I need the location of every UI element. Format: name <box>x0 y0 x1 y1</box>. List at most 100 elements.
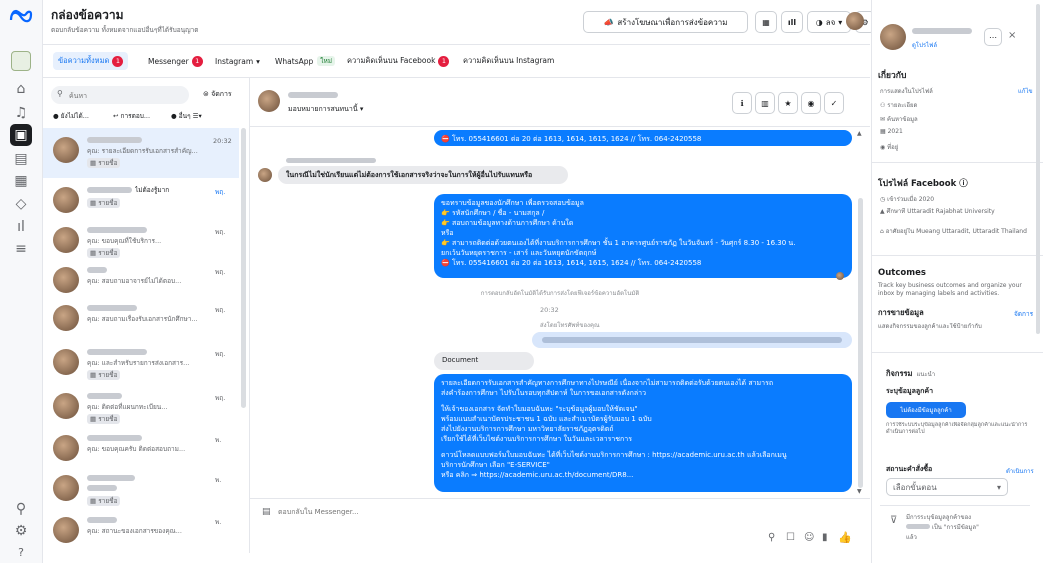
manage-filter-button[interactable]: ⊜ จัดการ <box>203 89 232 100</box>
filter-other[interactable]: ● อื่นๆ ☰▾ <box>171 111 202 121</box>
bell-icon[interactable]: ♫ <box>10 102 32 124</box>
chat-scrollbar[interactable] <box>858 198 863 488</box>
contact-name <box>87 349 147 355</box>
label-icon: ▦ <box>90 159 99 167</box>
menu-icon[interactable]: ≡ <box>10 238 32 260</box>
avatar <box>258 168 272 182</box>
star-button[interactable]: ★ <box>778 92 798 114</box>
list-item[interactable]: คุณ: รายละเอียดการรับเอกสารสำคัญ... ▦ รา… <box>43 128 239 178</box>
more-options-button[interactable]: ⋯ <box>984 28 1002 46</box>
chat-scroll-up-icon[interactable]: ▲ <box>857 130 862 137</box>
message-input[interactable] <box>276 504 680 520</box>
avatar <box>53 187 79 213</box>
pipeline-manage-link[interactable]: จัดการ <box>1014 309 1033 319</box>
contact-name <box>87 227 147 233</box>
message-preview: คุณ: สถานะของเอกสารของคุณ... <box>87 527 182 535</box>
mark-unread-button[interactable]: ◉ <box>801 92 821 114</box>
outgoing-message[interactable]: รายละเอียดการรับเอกสารสำคัญทางการศึกษาทา… <box>434 374 852 492</box>
info-button[interactable]: ℹ <box>732 92 752 114</box>
incoming-message[interactable]: ในกรณีไม่ใช่นักเรียนแต่ไม่ต้องการใช้เอกส… <box>278 166 568 184</box>
panel-scrollbar[interactable] <box>1036 4 1040 334</box>
grid-button[interactable]: ▦ <box>755 11 777 33</box>
pipeline-heading: การขายข้อมูล <box>878 308 924 317</box>
view-profile-link[interactable]: ดูโปรไฟล์ <box>912 40 937 50</box>
archive-icon: ▥ <box>761 98 769 108</box>
insights-icon[interactable]: ıl <box>10 216 32 238</box>
grid-icon: ▦ <box>762 17 770 27</box>
tab-all-messages[interactable]: ข้อความทั้งหมด 1 <box>53 52 129 70</box>
avatar[interactable] <box>258 90 280 112</box>
calendar-icon[interactable]: ▤ <box>10 148 32 170</box>
emoji-icon[interactable]: ☺ <box>804 532 814 543</box>
label-tag: ▦ รายชื่อ <box>87 248 121 258</box>
message-preview: คุณ: รายละเอียดการรับเอกสารสำคัญ... <box>87 147 198 155</box>
contact-name <box>87 517 117 523</box>
activity-action-button[interactable]: ไม่ต้องมีข้อมูลลูกค้า <box>886 402 966 418</box>
timestamp: พฤ. <box>215 394 226 402</box>
meta-logo-icon[interactable] <box>8 8 34 26</box>
stage-select[interactable]: เลือกขั้นตอน ▾ <box>886 478 1008 496</box>
language-dropdown[interactable]: ◑ ลจ ▾ <box>807 11 851 33</box>
tab-facebook-comments[interactable]: ความคิดเห็นบน Facebook 1 <box>347 53 450 69</box>
tab-instagram[interactable]: Instagram ▾ <box>215 53 260 69</box>
inbox-icon[interactable]: ▣ <box>10 124 32 146</box>
ads-icon[interactable]: ◇ <box>10 193 32 215</box>
divider <box>880 505 1030 506</box>
stats-button[interactable]: ıll <box>781 11 803 33</box>
composer: ▤ ⚲ ☐ ☺ ▮ 👍 <box>250 498 870 554</box>
order-status-link[interactable]: ดำเนินการ <box>1006 466 1034 476</box>
like-icon[interactable]: 👍 <box>838 531 852 544</box>
reply-icon: ↩ <box>113 112 121 120</box>
filter-reply[interactable]: ↩ การตอบ... <box>113 111 150 121</box>
tab-whatsapp[interactable]: WhatsApp ใหม่ <box>275 53 336 69</box>
divider <box>872 255 1043 256</box>
saved-replies-icon[interactable]: ☐ <box>786 532 795 543</box>
tab-messenger[interactable]: Messenger 1 <box>148 53 203 69</box>
help-icon[interactable]: ? <box>10 541 32 563</box>
content-icon[interactable]: ▦ <box>10 170 32 192</box>
reply-type-icon[interactable]: ▤ <box>262 507 271 517</box>
contact-name <box>912 28 972 34</box>
list-item[interactable]: คุณ: และสำหรับรายการส่งเอกสาร... ▦ รายชื… <box>43 340 239 390</box>
done-button[interactable]: ✓ <box>824 92 844 114</box>
inbox-tabs: ข้อความทั้งหมด 1 Messenger 1 Instagram ▾ Wh… <box>43 45 870 78</box>
tab-instagram-comments[interactable]: ความคิดเห็นบน Instagram <box>463 53 554 69</box>
top-bar: กล่องข้อความ ตอบกลับข้อความ ทั้งหมดจากแอ… <box>43 0 875 45</box>
contact-avatar[interactable] <box>880 24 906 50</box>
megaphone-icon: 📣 <box>603 17 614 27</box>
note-line: มีการระบุข้อมูลลูกค้าของ <box>906 514 972 521</box>
filter-unread[interactable]: ● ยังไม่ได้... <box>53 111 89 121</box>
home-icon[interactable]: ⌂ <box>10 78 32 100</box>
more-icon: ⋯ <box>989 32 997 42</box>
about-edit-link[interactable]: แก้ไข <box>1018 86 1033 96</box>
page-avatar-icon[interactable] <box>10 50 32 72</box>
attach-icon[interactable]: ⚲ <box>768 532 775 543</box>
chat-header-divider <box>250 126 870 127</box>
assign-conversation[interactable]: มอบหมายการสนทนานี้ ▾ <box>288 104 363 115</box>
mic-icon[interactable]: ▮ <box>822 532 828 543</box>
list-item[interactable]: คุณ: สอบถามเรื่องรับเอกสารนักศึกษา... พฤ… <box>43 296 239 346</box>
profile-avatar[interactable] <box>846 12 864 30</box>
timestamp-divider: 20:32 <box>540 306 559 314</box>
list-item[interactable]: คุณ: สถานะของเอกสารของคุณ... พ. <box>43 508 239 553</box>
document-attachment[interactable]: Document <box>434 352 534 370</box>
divider <box>872 352 1043 353</box>
chat-scroll-down-icon[interactable]: ▼ <box>857 488 862 495</box>
avatar <box>53 393 79 419</box>
sort-icon: ☰▾ <box>190 112 202 120</box>
eye-icon: ◉ <box>807 98 815 108</box>
close-icon[interactable]: × <box>1008 30 1016 41</box>
info-icon: ⓘ <box>956 179 968 189</box>
archive-button[interactable]: ▥ <box>755 92 775 114</box>
list-scrollbar[interactable] <box>241 128 246 408</box>
search-input[interactable] <box>67 88 181 103</box>
timestamp: พ. <box>215 476 222 484</box>
timestamp: พฤ. <box>215 228 226 236</box>
search-icon[interactable]: ⚲ <box>10 498 32 520</box>
outgoing-message[interactable]: ⛔ โทร. 055416601 ต่อ 20 ต่อ 1613, 1614, … <box>434 130 852 146</box>
settings-icon[interactable]: ⚙ <box>10 520 32 542</box>
outgoing-message[interactable]: ขอทราบข้อมูลของนักศึกษา เพื่อตรวจสอบข้อม… <box>434 194 852 278</box>
timestamp: พ. <box>215 436 222 444</box>
search-box[interactable]: ⚲ <box>51 86 189 104</box>
create-ad-button[interactable]: 📣 สร้างโฆษณาเพื่อการส่งข้อความ <box>583 11 748 33</box>
